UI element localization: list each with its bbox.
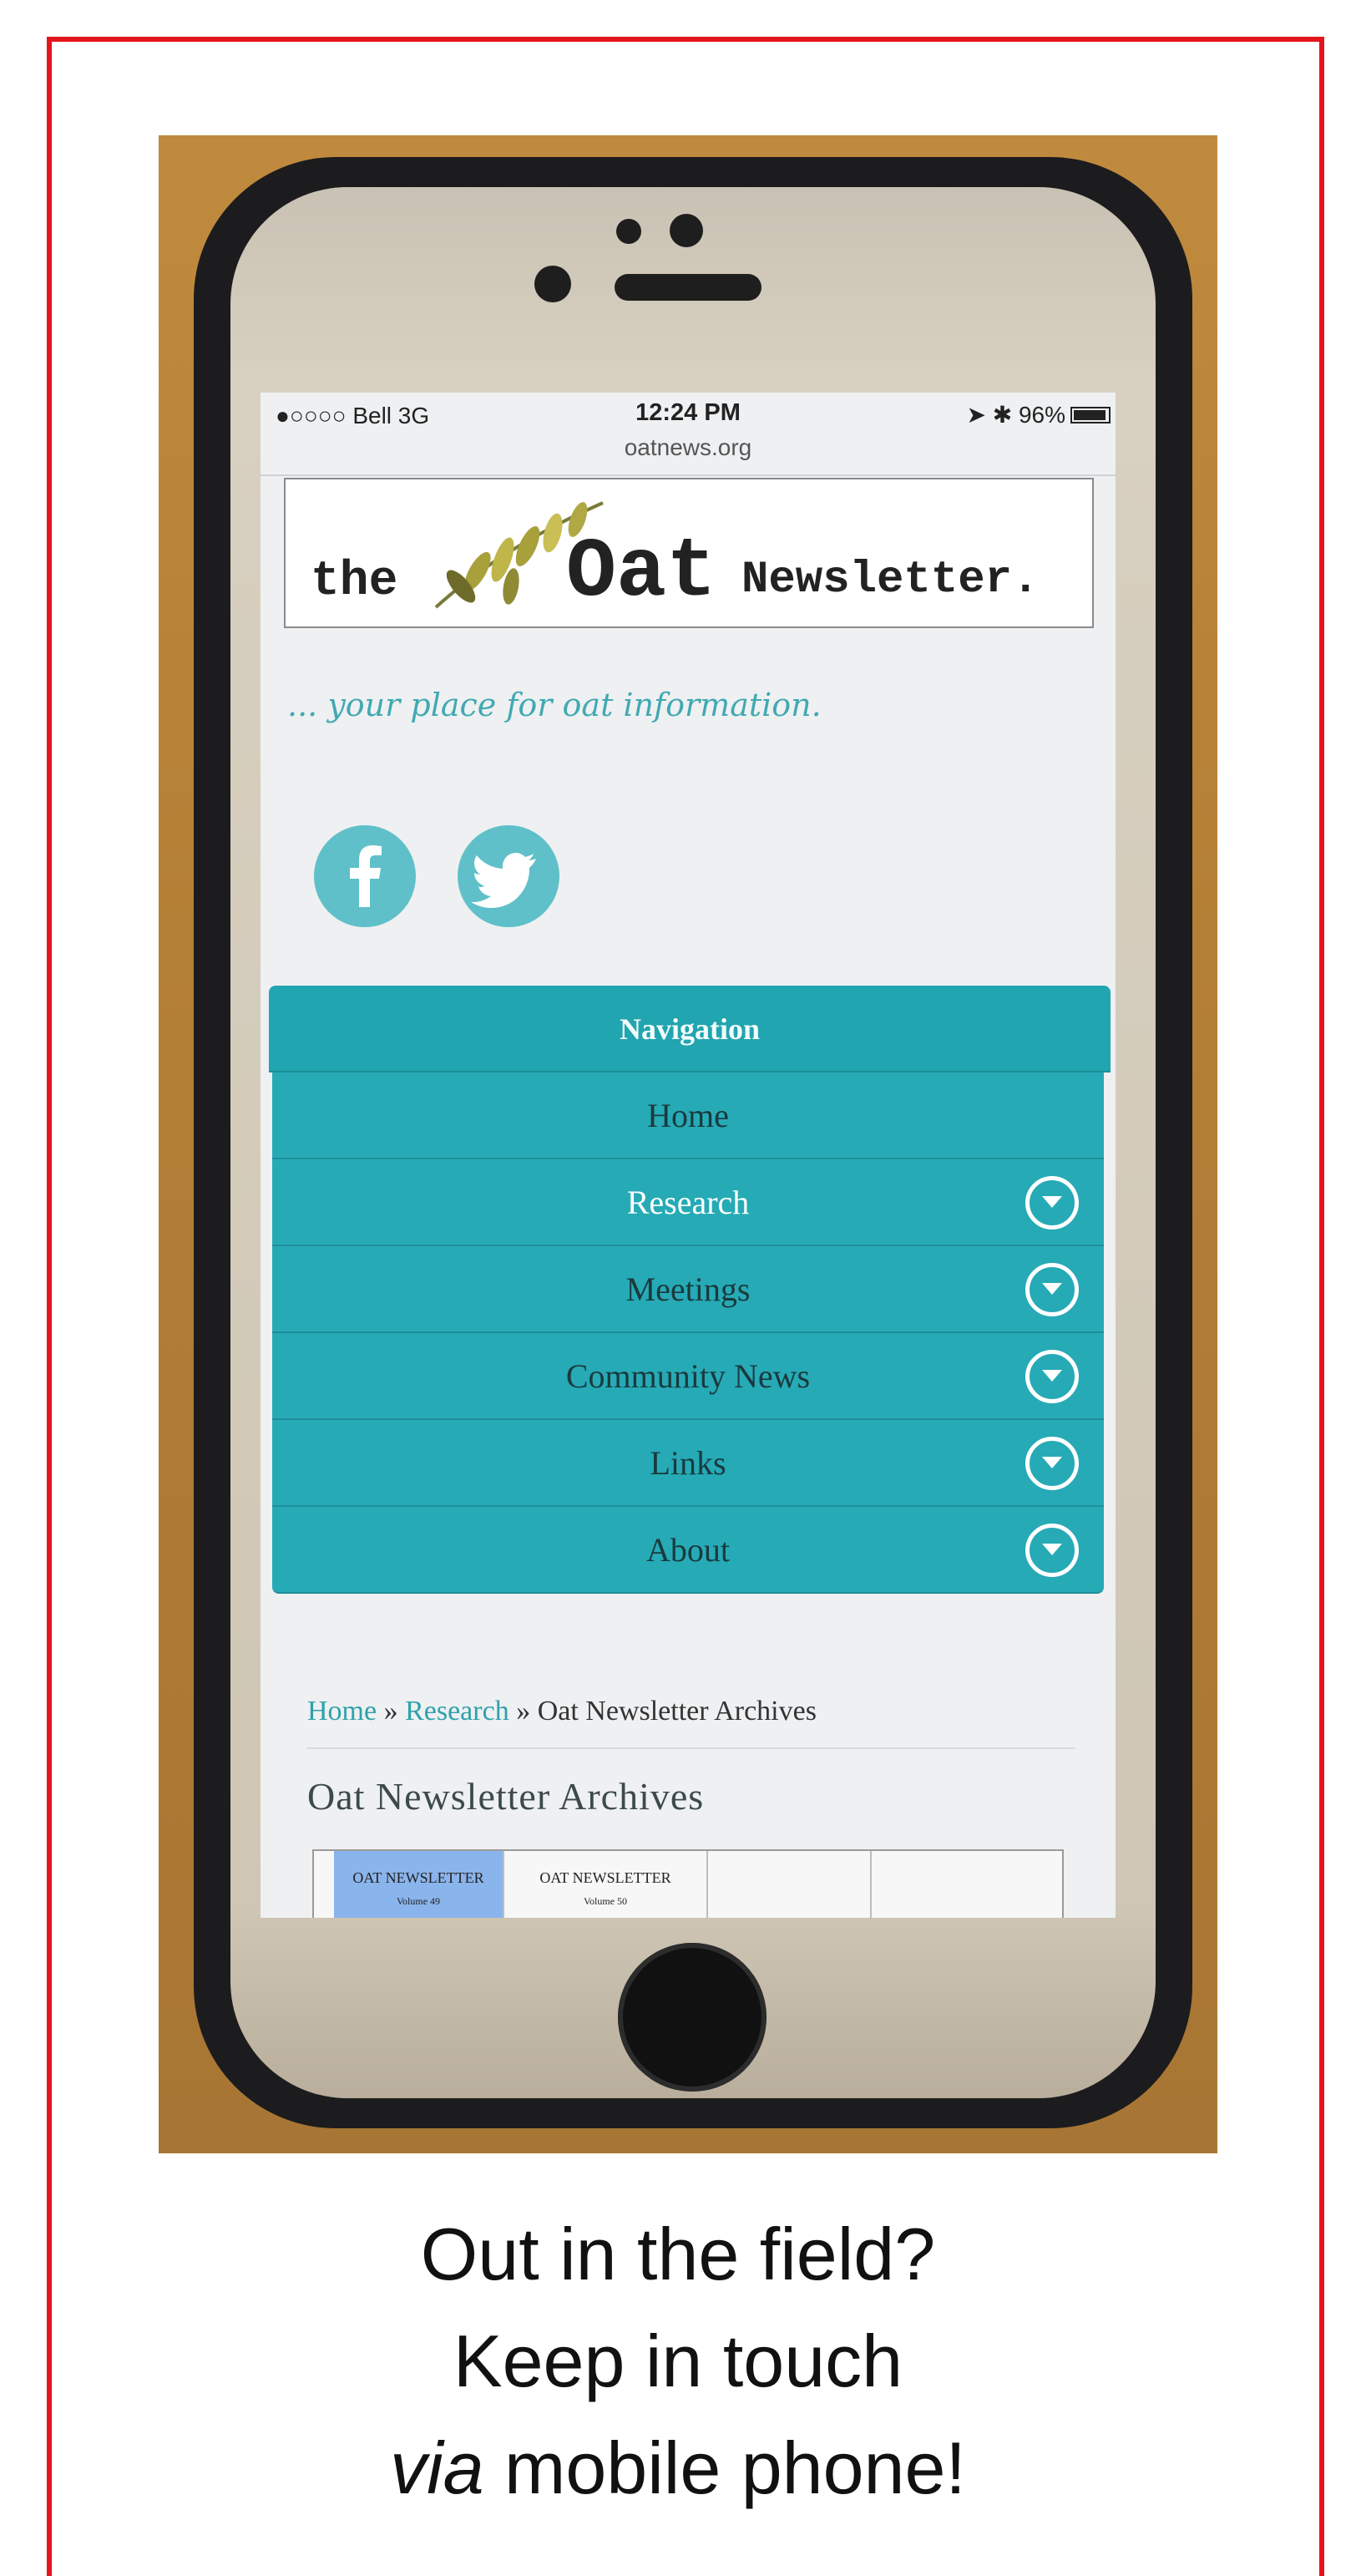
nav-item-label: Meetings	[625, 1270, 751, 1308]
thumbnail-volume: Volume 50	[583, 1895, 628, 1907]
earpiece-speaker	[615, 274, 761, 301]
thumbnail-volume: Volume 49	[396, 1895, 441, 1907]
chevron-down-icon[interactable]	[1025, 1437, 1079, 1490]
phone-screen: ●○○○○ Bell 3G 12:24 PM ➤ ✱ 96% oatnews.o…	[261, 393, 1116, 1918]
caption-line-1: Out in the field?	[420, 2213, 936, 2295]
battery-icon	[1070, 407, 1111, 423]
logo-oat: Oat	[566, 526, 717, 621]
sensor-dot	[616, 219, 641, 244]
archive-grid: OAT NEWSLETTER Volume 49 OAT NEWSLETTER …	[312, 1849, 1064, 1918]
caption-emphasis: via	[390, 2426, 484, 2509]
logo-the: the	[311, 555, 398, 609]
logo-newsletter: Newsletter.	[741, 555, 1040, 606]
battery-label: 96%	[1018, 402, 1065, 428]
site-tagline: ... your place for oat information.	[287, 687, 822, 723]
sensor-dot	[670, 214, 703, 247]
status-bar: ●○○○○ Bell 3G 12:24 PM ➤ ✱ 96%	[261, 393, 1116, 428]
breadcrumb-current: Oat Newsletter Archives	[537, 1696, 817, 1727]
caption-line-3: via mobile phone!	[0, 2426, 1356, 2511]
nav-item-label: Links	[650, 1444, 726, 1482]
nav-item-label: Home	[647, 1097, 729, 1134]
archive-thumbnail[interactable]: OAT NEWSLETTER Volume 50	[504, 1851, 708, 1918]
chevron-down-icon[interactable]	[1025, 1524, 1079, 1577]
battery-percent: ➤ ✱ 96%	[966, 401, 1065, 428]
nav-item-label: Community News	[565, 1357, 811, 1395]
breadcrumb-home[interactable]: Home	[307, 1696, 377, 1727]
breadcrumb-separator: »	[377, 1696, 406, 1727]
thumbnail-title: OAT NEWSLETTER	[352, 1869, 484, 1886]
archive-thumbnail[interactable]: OAT NEWSLETTER Volume 49	[334, 1851, 504, 1918]
breadcrumb: Home » Research » Oat Newsletter Archive…	[307, 1696, 817, 1727]
facebook-icon	[350, 845, 382, 907]
nav-item-meetings[interactable]: Meetings	[272, 1246, 1104, 1333]
nav-item-research[interactable]: Research	[272, 1159, 1104, 1246]
nav-item-home[interactable]: Home	[272, 1072, 1104, 1159]
chevron-down-icon[interactable]	[1025, 1176, 1079, 1230]
nav-item-community-news[interactable]: Community News	[272, 1333, 1104, 1420]
chevron-down-icon[interactable]	[1025, 1263, 1079, 1316]
address-bar[interactable]: oatnews.org	[261, 434, 1116, 461]
breadcrumb-separator: »	[508, 1696, 538, 1727]
front-camera-icon	[534, 266, 571, 302]
facebook-button[interactable]	[314, 825, 416, 927]
twitter-icon	[471, 853, 536, 908]
nav-item-links[interactable]: Links	[272, 1420, 1104, 1507]
location-icon: ➤	[966, 402, 986, 428]
nav-item-about[interactable]: About	[272, 1507, 1104, 1594]
page-title: Oat Newsletter Archives	[307, 1775, 705, 1818]
divider	[307, 1747, 1075, 1749]
divider	[261, 474, 1116, 476]
chevron-down-icon[interactable]	[1025, 1350, 1079, 1403]
navigation-header[interactable]: Navigation	[269, 986, 1111, 1072]
twitter-button[interactable]	[458, 825, 559, 927]
nav-item-label: Research	[626, 1184, 750, 1221]
navigation-menu: Navigation Home Research Meetings Commun…	[269, 986, 1111, 1594]
bluetooth-icon: ✱	[992, 402, 1013, 428]
nav-item-label: About	[646, 1531, 730, 1569]
caption-line-2: Keep in touch	[453, 2320, 903, 2402]
thumbnail-title: OAT NEWSLETTER	[539, 1869, 671, 1886]
site-logo[interactable]: the Oat Newsletter.	[284, 478, 1094, 628]
home-button[interactable]	[618, 1943, 767, 2092]
archive-thumbnail[interactable]	[872, 1851, 1062, 1918]
breadcrumb-research[interactable]: Research	[405, 1696, 509, 1727]
caption-line-3-rest: mobile phone!	[483, 2426, 966, 2509]
archive-thumbnail[interactable]	[708, 1851, 872, 1918]
